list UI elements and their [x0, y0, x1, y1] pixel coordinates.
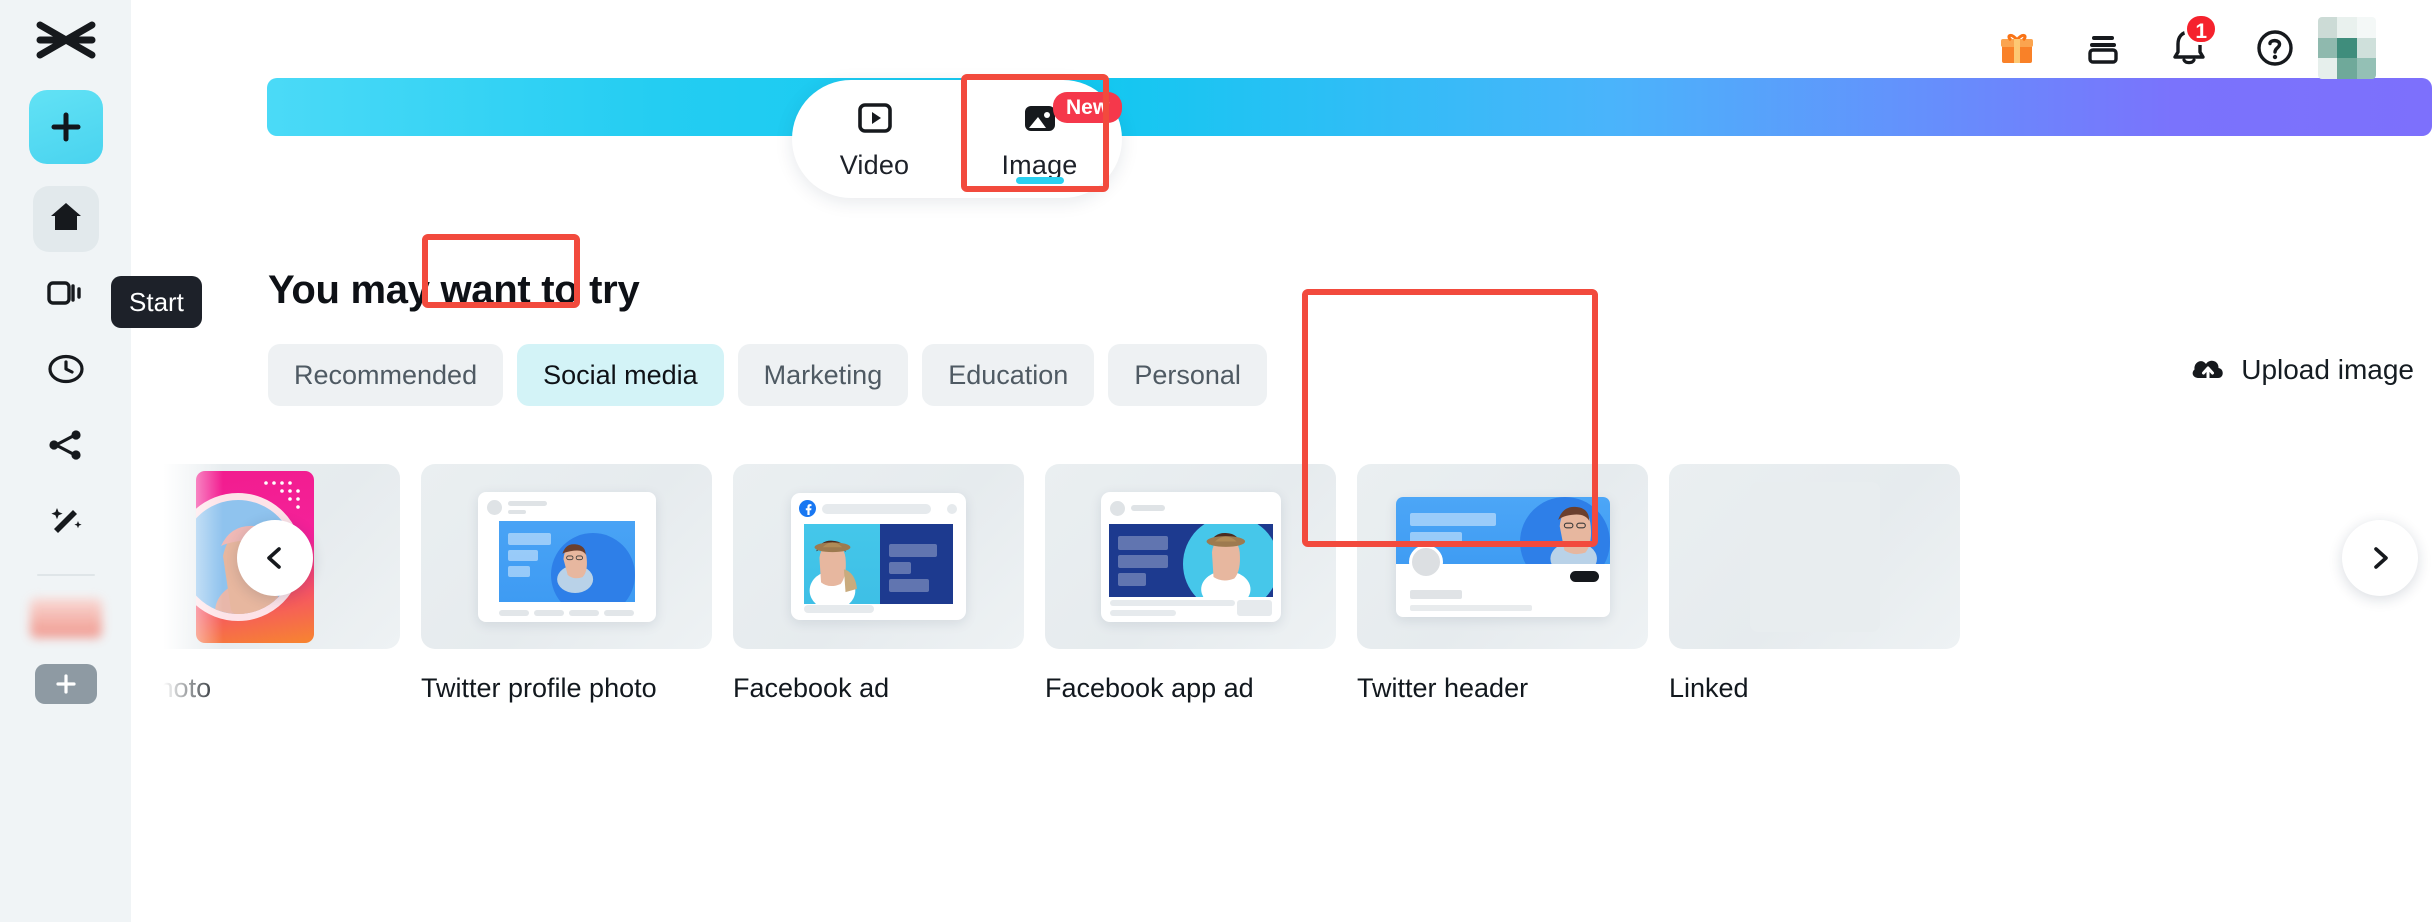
mock-line — [507, 500, 547, 506]
template-card-label: ile photo — [109, 673, 212, 703]
category-pill-marketing[interactable]: Marketing — [737, 344, 909, 406]
carousel-next-button[interactable] — [2342, 520, 2418, 596]
template-thumbnail — [1045, 464, 1336, 649]
template-thumbnail — [733, 464, 1024, 649]
upload-image-button[interactable]: Upload image — [2189, 352, 2414, 387]
category-pill-social-media[interactable]: Social media — [517, 344, 724, 406]
mock-line — [1130, 504, 1165, 511]
template-card-twitter-header[interactable]: Twitter header — [1357, 464, 1648, 704]
pro-badge-blurred — [29, 598, 102, 638]
gift-icon[interactable] — [1974, 5, 2060, 91]
sidebar-item-home[interactable] — [32, 186, 99, 252]
template-card-facebook-app-ad[interactable]: Facebook app ad — [1045, 464, 1336, 704]
template-thumbnail — [1669, 464, 1960, 649]
sidebar-item-recent[interactable] — [33, 338, 99, 404]
app-root: 1 Video Image New You may want to try Re… — [0, 0, 2436, 922]
template-carousel: ile photo Twitter profile photo Facebook… — [109, 454, 2436, 754]
twitter-header-mockup — [1395, 496, 1610, 617]
mock-block — [507, 565, 530, 577]
mock-avatar — [1408, 544, 1443, 579]
mock-addressbar — [822, 504, 931, 514]
tab-video-label: Video — [839, 150, 910, 180]
video-projects-icon — [46, 278, 85, 313]
template-card-facebook-ad[interactable]: Facebook ad — [733, 464, 1024, 704]
carousel-prev-button[interactable] — [237, 520, 313, 596]
clock-icon — [47, 353, 85, 390]
mock-avatar — [486, 499, 502, 515]
carousel-fade-right — [2344, 454, 2436, 754]
template-card-label: Facebook ad — [733, 673, 890, 703]
mock-body — [804, 524, 953, 604]
template-thumbnail — [1357, 464, 1648, 649]
template-card-linkedin[interactable]: Linked — [1669, 464, 1960, 704]
mock-line — [1409, 589, 1462, 599]
notification-badge: 1 — [2184, 13, 2218, 45]
template-card-label: Twitter profile photo — [421, 673, 657, 703]
sidebar — [0, 0, 131, 922]
mock-line — [507, 509, 526, 514]
upload-image-label: Upload image — [2241, 353, 2414, 385]
category-pill-education[interactable]: Education — [922, 344, 1095, 406]
mode-switch: Video Image New — [792, 80, 1123, 198]
avatar-image — [2318, 17, 2376, 79]
sidebar-item-tools[interactable] — [33, 490, 99, 556]
mock-footer-bar — [1109, 599, 1235, 606]
template-card-label: Twitter header — [1357, 673, 1529, 703]
mock-block — [507, 532, 551, 545]
facebook-logo-icon — [799, 500, 816, 517]
category-tabs: Recommended Social media Marketing Educa… — [268, 344, 1267, 406]
home-icon — [47, 198, 85, 241]
mock-block — [1409, 531, 1462, 544]
mock-follow-button — [1569, 570, 1599, 582]
new-badge: New — [1053, 92, 1123, 123]
cloud-upload-icon — [2189, 352, 2227, 387]
magic-wand-icon — [47, 504, 85, 543]
mock-photo — [804, 524, 880, 604]
archive-box-icon[interactable] — [2060, 5, 2146, 91]
category-pill-recommended[interactable]: Recommended — [268, 344, 504, 406]
template-track: ile photo Twitter profile photo Facebook… — [109, 464, 1960, 704]
tab-video[interactable]: Video — [792, 80, 957, 198]
mock-block — [507, 549, 538, 561]
mock-photo — [498, 520, 635, 602]
share-nodes-icon — [47, 428, 85, 467]
sidebar-tooltip-start: Start — [111, 276, 202, 328]
active-tab-indicator — [1015, 177, 1064, 184]
mock-line — [1409, 604, 1532, 611]
mock-footer — [498, 609, 634, 616]
video-play-icon — [854, 97, 896, 144]
tab-image[interactable]: Image New — [957, 80, 1123, 198]
main-content: 1 Video Image New You may want to try Re… — [109, 0, 2436, 922]
template-card-twitter-profile[interactable]: Twitter profile photo — [421, 464, 712, 704]
facebook-ad-mockup — [791, 493, 966, 620]
facebook-app-ad-mockup — [1100, 491, 1281, 622]
create-new-button[interactable] — [28, 90, 103, 164]
capcut-logo-icon[interactable] — [31, 14, 101, 66]
twitter-profile-mockup — [477, 491, 656, 622]
sidebar-item-projects[interactable] — [33, 262, 99, 328]
header-toolbar: 1 — [131, 0, 2436, 96]
help-circle-icon[interactable] — [2232, 5, 2318, 91]
mock-footer-bar — [1109, 609, 1176, 616]
mock-body — [1108, 523, 1273, 597]
mock-panel — [880, 524, 953, 604]
mock-block — [1409, 512, 1496, 526]
mock-dot — [947, 504, 957, 514]
avatar[interactable] — [2318, 5, 2414, 91]
template-card-label: Linked — [1669, 673, 1749, 703]
mock-cta-button — [1236, 599, 1272, 616]
mock-avatar — [1109, 500, 1125, 516]
add-workspace-button[interactable] — [34, 664, 97, 704]
template-card-label: Facebook app ad — [1045, 673, 1254, 703]
sidebar-item-shared[interactable] — [33, 414, 99, 480]
template-thumbnail — [421, 464, 712, 649]
linkedin-mockup — [1749, 481, 1880, 632]
sidebar-nav — [32, 186, 99, 556]
page-title: You may want to try — [268, 268, 640, 312]
category-pill-personal[interactable]: Personal — [1108, 344, 1267, 406]
bell-icon[interactable]: 1 — [2146, 5, 2232, 91]
sidebar-divider — [36, 574, 95, 576]
mock-footer-bar — [804, 605, 874, 613]
